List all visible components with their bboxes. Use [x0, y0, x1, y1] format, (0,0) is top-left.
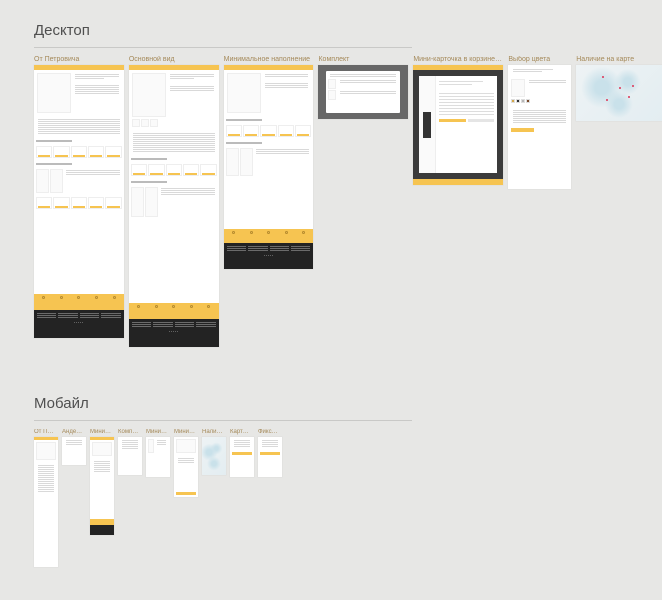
- mobile-frame[interactable]: [90, 437, 114, 535]
- mobile-frame[interactable]: [118, 437, 142, 475]
- frame-label[interactable]: От П…: [34, 429, 58, 435]
- frame-col: Основной вид: [129, 56, 219, 347]
- mobile-frame[interactable]: [62, 437, 86, 465]
- section-title-mobile: Мобайл: [0, 347, 662, 420]
- frame-col: Мини-карточка в корзине в 1: [413, 56, 503, 185]
- frame-label[interactable]: Мини-карточка в корзине в 1: [413, 56, 503, 63]
- frame-label[interactable]: Мини…: [174, 429, 198, 435]
- desktop-frames-row: От Петровича: [0, 48, 662, 347]
- figma-canvas[interactable]: Десктоп От Петровича: [0, 0, 662, 567]
- mobile-frame[interactable]: [230, 437, 254, 477]
- frame-col: Комплект: [318, 56, 408, 119]
- frame-label[interactable]: Наличие на карте: [576, 56, 662, 63]
- frame-mini-card-cart[interactable]: [413, 65, 503, 185]
- frame-label[interactable]: Мини…: [90, 429, 114, 435]
- frame-label[interactable]: Фикс…: [258, 429, 282, 435]
- frame-label[interactable]: Комплект: [318, 56, 408, 63]
- section-title-desktop: Десктоп: [0, 0, 662, 47]
- mobile-frame[interactable]: [174, 437, 198, 497]
- frame-label[interactable]: Комп…: [118, 429, 142, 435]
- mobile-frame[interactable]: [146, 437, 170, 477]
- frame-vybor-cveta[interactable]: [508, 65, 571, 189]
- frame-label[interactable]: Карт…: [230, 429, 254, 435]
- mobile-frames-row: От П… Анде… Мини… Комп…: [0, 421, 662, 567]
- frame-col: От Петровича: [34, 56, 124, 338]
- mobile-frame[interactable]: [202, 437, 226, 475]
- frame-label[interactable]: Выбор цвета: [508, 56, 571, 63]
- frame-label[interactable]: От Петровича: [34, 56, 124, 63]
- frame-label[interactable]: Основной вид: [129, 56, 219, 63]
- frame-label[interactable]: Мини…: [146, 429, 170, 435]
- frame-nalichie-na-karte[interactable]: [576, 65, 662, 121]
- frame-col: Минимальное наполнение: [224, 56, 314, 269]
- frame-col: Выбор цвета: [508, 56, 571, 189]
- frame-min-napolnenie[interactable]: [224, 65, 314, 269]
- frame-ot-petrovicha[interactable]: [34, 65, 124, 338]
- frame-label[interactable]: Анде…: [62, 429, 86, 435]
- frame-label[interactable]: Нали…: [202, 429, 226, 435]
- frame-osnovnoy-vid[interactable]: [129, 65, 219, 347]
- frame-label[interactable]: Минимальное наполнение: [224, 56, 314, 63]
- frame-komplekt[interactable]: [318, 65, 408, 119]
- mobile-frame[interactable]: [258, 437, 282, 477]
- frame-col: Наличие на карте: [576, 56, 662, 121]
- mobile-frame[interactable]: [34, 437, 58, 567]
